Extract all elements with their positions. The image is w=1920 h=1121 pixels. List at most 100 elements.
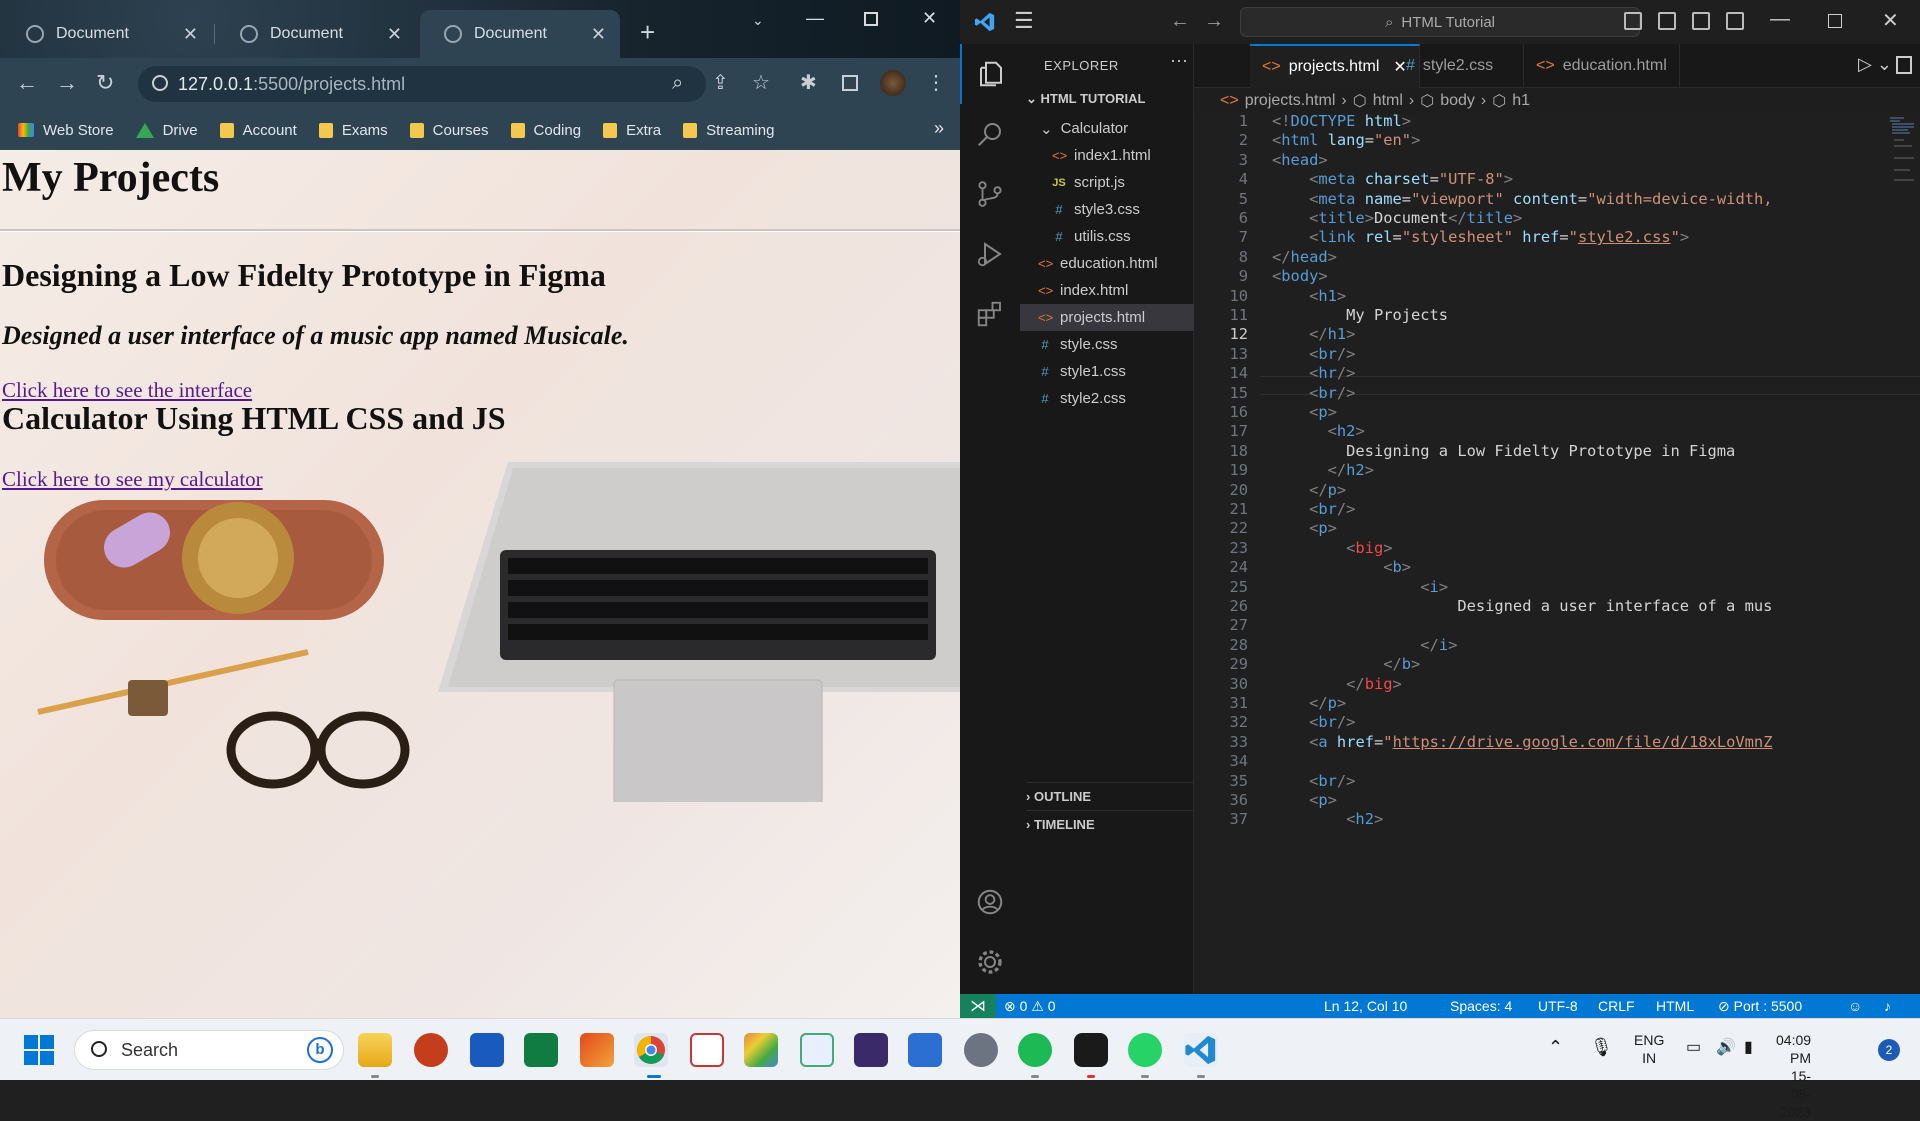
file-item[interactable]: <> index.html [1020,277,1194,304]
close-window-button[interactable]: ✕ [1882,8,1899,33]
file-item[interactable]: # style1.css [1020,358,1194,385]
more-actions-icon[interactable]: ··· [1170,50,1188,71]
notification-badge[interactable]: 2 [1878,1039,1900,1061]
outline-section[interactable]: › OUTLINE [1026,782,1194,804]
file-item[interactable]: # style3.css [1020,196,1194,223]
excel-icon[interactable] [524,1033,558,1067]
battery-icon[interactable]: ▮ [1744,1037,1753,1057]
chevron-down-icon[interactable]: ⌄ [752,12,764,29]
tex-editor-icon[interactable] [854,1033,888,1067]
remote-indicator-icon[interactable]: ⋊ [960,994,996,1018]
code-editor[interactable]: 1 <!DOCTYPE html> 2 <html lang="en"> 3 <head>… [1194,114,1920,994]
explorer-icon[interactable] [960,44,1020,104]
share-icon[interactable]: ⇪ [712,72,729,94]
editor-tab-education[interactable]: <> education.html [1524,44,1680,88]
end-of-line[interactable]: CRLF [1598,998,1635,1014]
breadcrumb-item[interactable]: h1 [1512,92,1530,110]
breadcrumb-item[interactable]: projects.html [1245,92,1336,110]
indentation[interactable]: Spaces: 4 [1450,998,1512,1014]
webex-icon[interactable] [1074,1033,1108,1067]
bookmark-extra[interactable]: Extra [603,122,661,139]
minimize-button[interactable]: — [1770,8,1790,31]
spotify-icon[interactable] [1018,1033,1052,1067]
bookmark-exams[interactable]: Exams [318,122,388,139]
file-item[interactable]: <> education.html [1020,250,1194,277]
folder-calculator[interactable]: ⌄ Calculator [1020,115,1194,142]
project-2-link[interactable]: Click here to see my calculator [2,467,263,492]
language-indicator[interactable]: ENG IN [1634,1031,1664,1067]
word-icon[interactable] [470,1033,504,1067]
microphone-icon[interactable]: 🎙 [1590,1037,1613,1058]
language-mode[interactable]: HTML [1656,998,1694,1014]
problems-indicator[interactable]: ⊗ 0 ⚠ 0 [1004,998,1056,1015]
breadcrumb-item[interactable]: body [1440,92,1475,110]
clock[interactable]: 04:09 PM 15-08-2023 [1776,1031,1811,1121]
forward-button[interactable]: → [1204,10,1224,33]
run-debug-icon[interactable] [960,224,1020,284]
zoom-icon[interactable]: ⌕ [672,72,683,94]
volume-icon[interactable]: 🔊 [1716,1037,1736,1057]
photos-editor-icon[interactable] [744,1033,778,1067]
browser-tab-2[interactable]: Document ✕ [216,10,416,58]
file-item[interactable]: # style.css [1020,331,1194,358]
maximize-button[interactable] [1828,14,1842,28]
forward-button[interactable]: → [56,72,78,94]
bookmark-coding[interactable]: Coding [510,122,581,139]
timeline-section[interactable]: › TIMELINE [1026,810,1194,832]
close-window-button[interactable]: ✕ [922,8,937,29]
file-item[interactable]: JS script.js [1020,169,1194,196]
matlab-icon[interactable] [580,1033,614,1067]
maximize-button[interactable] [864,12,878,26]
split-editor-icon[interactable] [1896,56,1912,74]
powerpoint-icon[interactable] [414,1033,448,1067]
bookmark-star-icon[interactable]: ☆ [752,72,770,94]
bookmark-account[interactable]: Account [219,122,297,139]
live-server-port[interactable]: ⊘ Port : 5500 [1718,998,1802,1015]
command-center[interactable]: ⌕ HTML Tutorial [1240,7,1640,37]
browser-tab-3-active[interactable]: Document ✕ [420,10,620,58]
taskbar-search[interactable]: Search b [74,1030,344,1070]
network-icon[interactable]: ▭ [1686,1037,1701,1057]
profile-avatar[interactable] [880,70,906,96]
back-button[interactable]: ← [1170,10,1190,33]
browser-menu-icon[interactable]: ⋮ [926,72,946,94]
menu-icon[interactable]: ☰ [1014,8,1034,34]
windows-start-icon[interactable] [24,1035,54,1065]
search-icon[interactable] [960,104,1020,164]
reload-button[interactable]: ↻ [96,72,114,94]
extensions-icon[interactable]: ✱ [800,72,817,94]
more-bookmarks-icon[interactable]: » [934,118,944,139]
side-panel-icon[interactable] [842,75,858,91]
address-bar[interactable]: 127.0.0.1:5500/projects.html [138,66,706,102]
bing-icon[interactable]: b [307,1037,333,1063]
bookmark-web-store[interactable]: Web Store [18,122,114,139]
toggle-panel-icon[interactable] [1658,12,1676,30]
workspace-root[interactable]: ⌄ HTML TUTORIAL [1026,91,1145,107]
vscode-taskbar-icon[interactable] [1184,1033,1218,1067]
toggle-sidebar-icon[interactable] [1624,12,1642,30]
chrome-icon[interactable] [634,1033,668,1067]
browser-tab-1[interactable]: Document ✕ [2,10,212,58]
bookmark-drive[interactable]: Drive [135,122,198,139]
file-explorer-icon[interactable] [358,1033,392,1067]
file-item[interactable]: # utilis.css [1020,223,1194,250]
close-icon[interactable]: ✕ [183,24,198,45]
settings-gear-icon[interactable] [964,1033,998,1067]
minimap[interactable] [1884,114,1920,214]
new-tab-button[interactable]: + [640,19,655,45]
back-button[interactable]: ← [16,72,38,94]
file-item[interactable]: # style2.css [1020,385,1194,412]
whatsapp-icon[interactable] [1128,1033,1162,1067]
bookmark-streaming[interactable]: Streaming [683,122,774,139]
customize-layout-icon[interactable] [1726,12,1744,30]
file-item[interactable]: <> index1.html [1020,142,1194,169]
notifications-bell-icon[interactable]: ♪ [1884,998,1891,1014]
chevron-up-icon[interactable]: ⌃ [1548,1037,1563,1058]
toggle-secondary-sidebar-icon[interactable] [1692,12,1710,30]
settings-gear-icon[interactable] [960,932,1020,992]
accounts-icon[interactable] [960,872,1020,932]
feedback-icon[interactable]: ☺ [1848,998,1862,1014]
file-item-selected[interactable]: <> projects.html [1020,304,1194,331]
close-icon[interactable]: ✕ [387,24,402,45]
cube-app-icon[interactable] [800,1033,834,1067]
